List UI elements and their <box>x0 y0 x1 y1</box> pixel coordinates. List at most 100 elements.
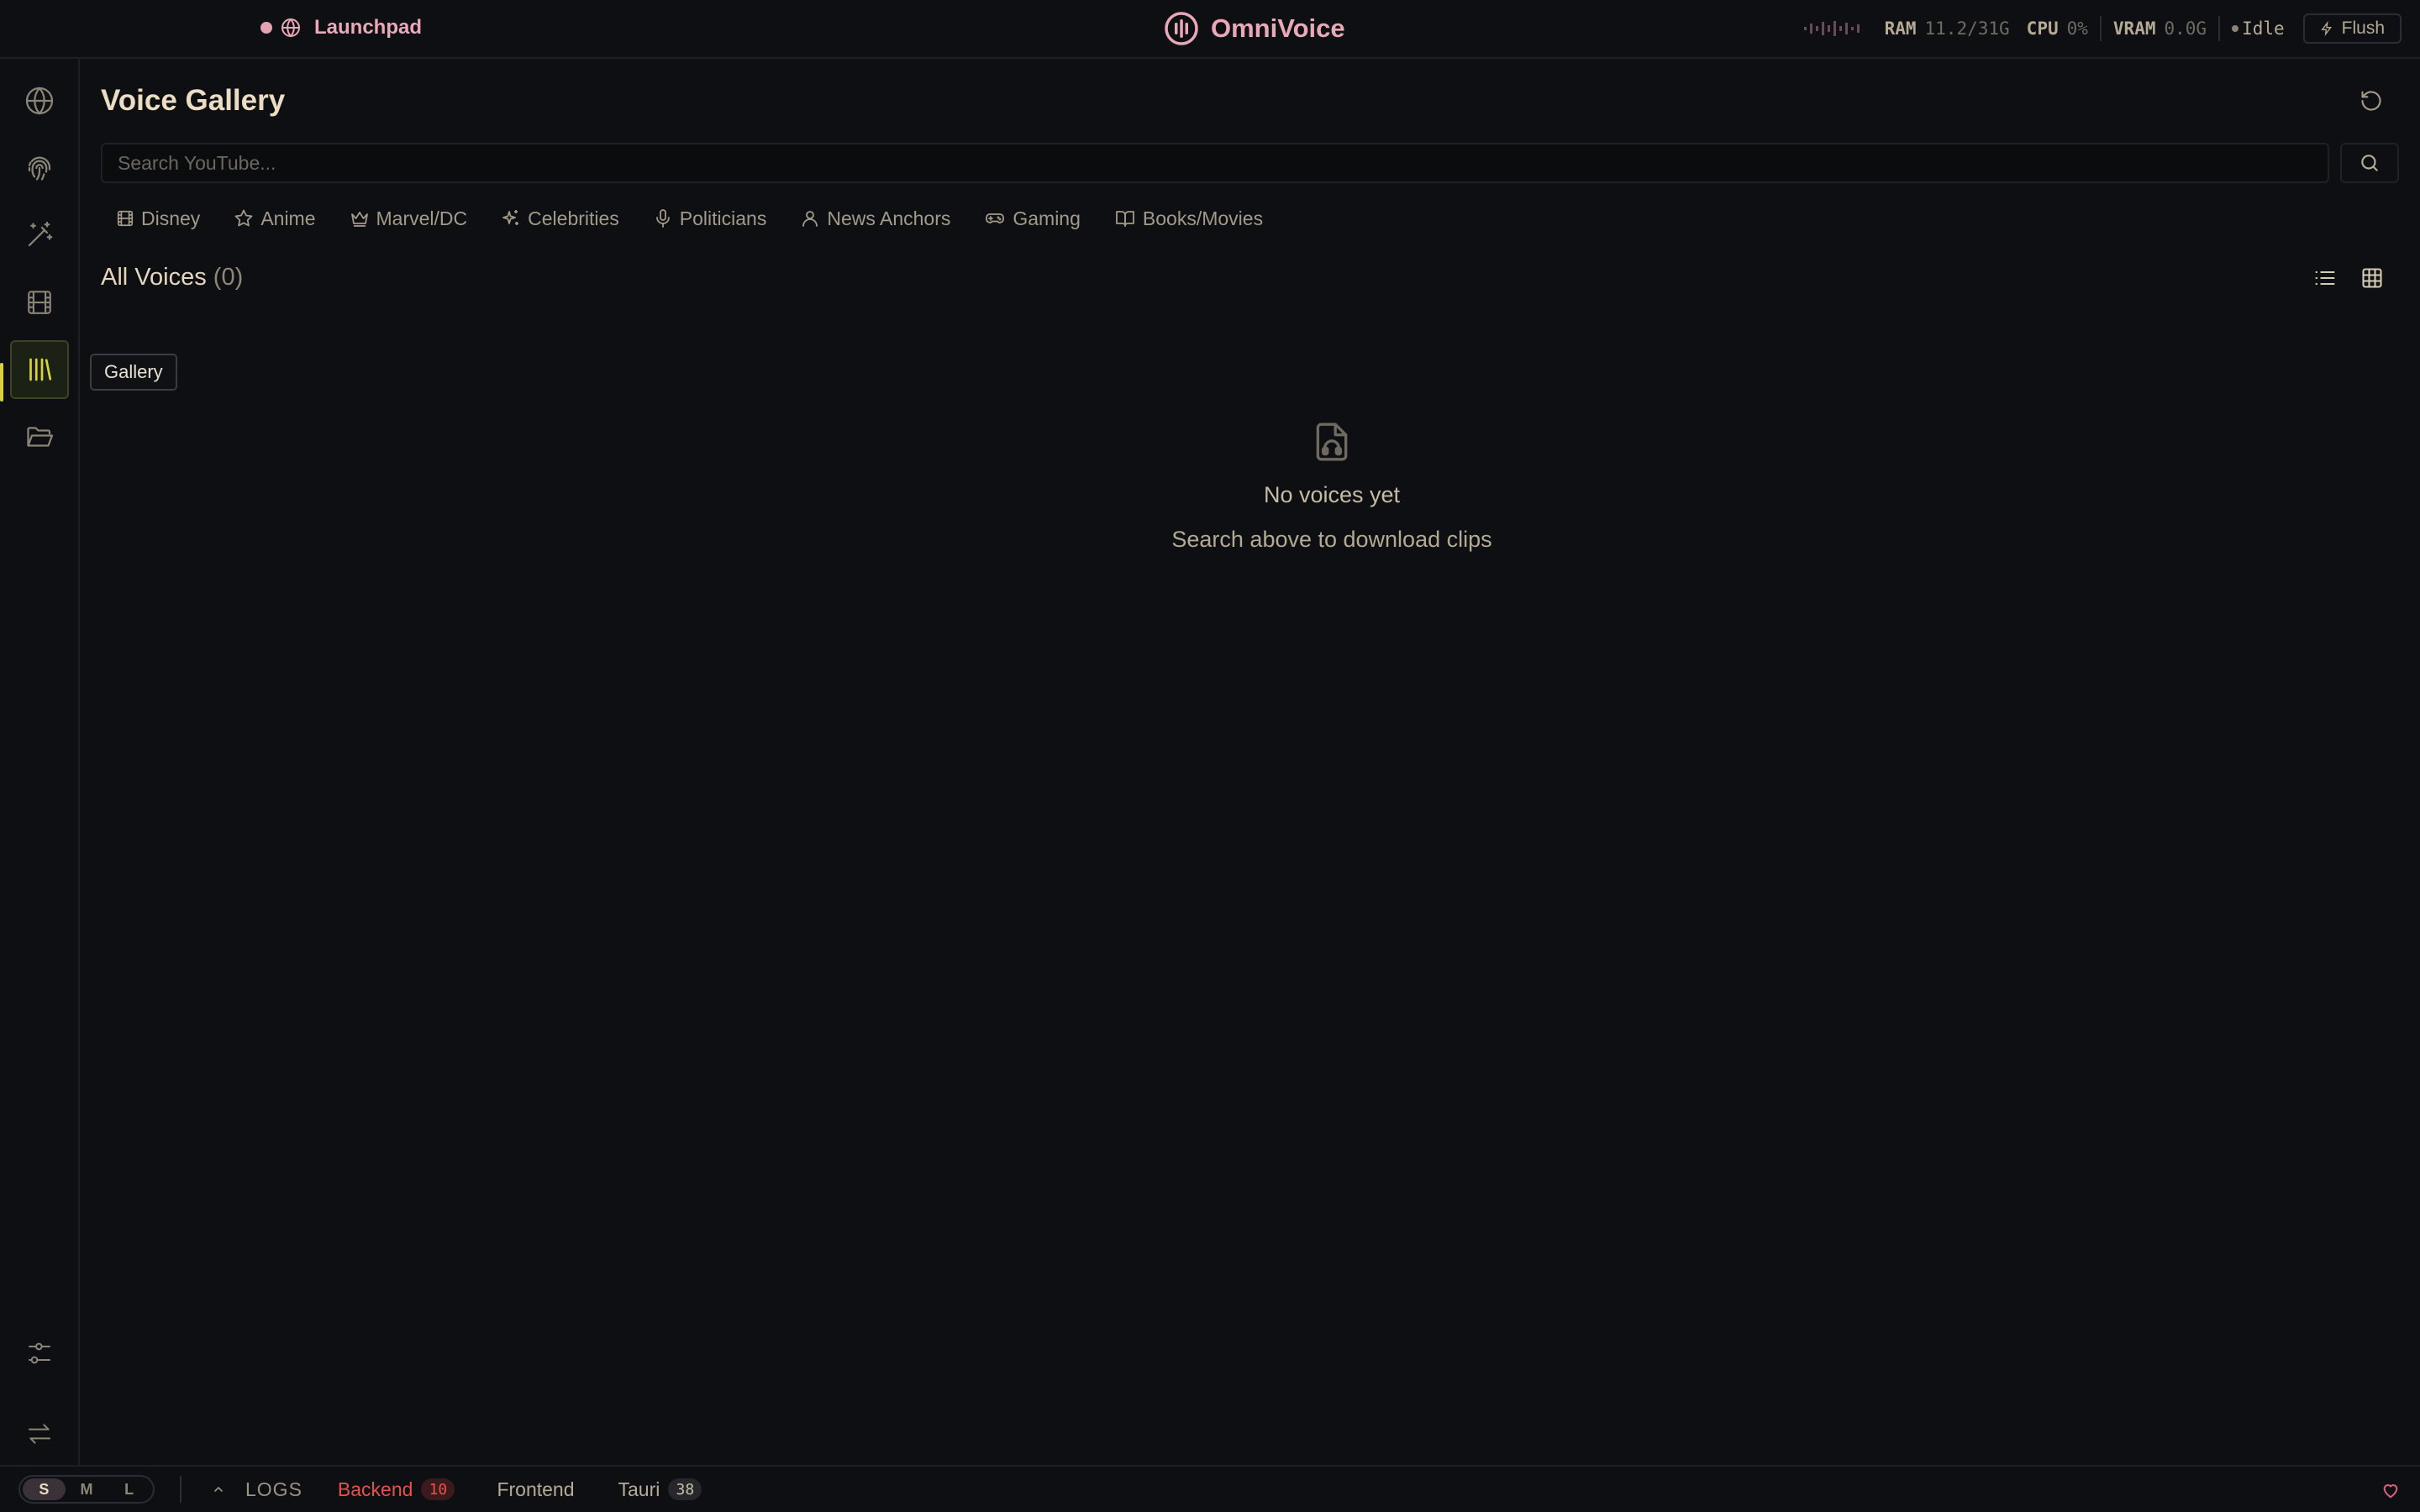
sidebar-item-globe[interactable] <box>10 71 69 130</box>
logs-toggle[interactable]: LOGS <box>212 1478 302 1501</box>
empty-title: No voices yet <box>1263 482 1401 507</box>
film-icon <box>25 288 54 317</box>
ram-value: 11.2/31G <box>1924 18 2010 39</box>
chevron-up-icon <box>212 1483 225 1496</box>
size-s-button[interactable]: S <box>23 1478 66 1500</box>
section-title-text: All Voices <box>101 264 207 291</box>
grid-icon <box>2360 266 2384 290</box>
search-input[interactable] <box>101 143 2329 183</box>
status-text: Idle <box>2242 18 2285 39</box>
mic-icon <box>653 208 673 228</box>
crown-icon <box>350 208 370 228</box>
book-open-icon <box>1114 208 1136 228</box>
bottom-bar: S M L LOGS Backend 10 Frontend Tauri 38 <box>0 1465 2420 1512</box>
sidebar-item-fingerprint[interactable] <box>10 139 69 197</box>
sparkles-icon <box>501 208 521 228</box>
log-tab-frontend[interactable]: Frontend <box>497 1478 574 1501</box>
swap-icon <box>26 1420 53 1447</box>
category-news-anchors[interactable]: News Anchors <box>783 200 967 237</box>
search-icon <box>2359 152 2381 174</box>
globe-icon <box>24 86 55 116</box>
film-icon <box>116 209 134 228</box>
error-count-badge: 10 <box>421 1478 455 1500</box>
logs-label: LOGS <box>245 1478 302 1500</box>
category-label: News Anchors <box>827 207 951 229</box>
category-gaming[interactable]: Gaming <box>967 200 1097 237</box>
category-label: Gaming <box>1013 207 1081 229</box>
log-tab-backend[interactable]: Backend 10 <box>338 1478 455 1501</box>
vram-label: VRAM <box>2112 18 2156 39</box>
refresh-icon <box>2360 89 2383 113</box>
folder-open-icon <box>24 422 55 452</box>
idle-dot <box>2232 25 2239 32</box>
search-button[interactable] <box>2340 143 2399 183</box>
category-anime[interactable]: Anime <box>217 200 332 237</box>
category-marvel-dc[interactable]: Marvel/DC <box>333 200 485 237</box>
size-m-button[interactable]: M <box>66 1478 108 1500</box>
fingerprint-icon <box>24 153 55 183</box>
status-dot <box>260 22 272 34</box>
heart-icon <box>2381 1481 2400 1499</box>
waveform-icon <box>1803 19 1863 38</box>
category-label: Anime <box>260 207 316 229</box>
top-bar: Launchpad OmniVoice RAM 11.2/31G CPU 0% … <box>0 0 2420 59</box>
category-politicians[interactable]: Politicians <box>636 200 784 237</box>
category-label: Disney <box>141 207 201 229</box>
sidebar-item-settings[interactable] <box>10 1324 69 1383</box>
main-content: Voice Gallery Disney Anime Marvel/DC Cel… <box>82 59 2420 1465</box>
file-audio-icon <box>1311 420 1353 464</box>
launchpad-button[interactable]: Launchpad <box>260 13 422 42</box>
star-icon <box>234 208 254 228</box>
omnivoice-logo-icon <box>1164 11 1199 46</box>
launchpad-label: Launchpad <box>314 16 423 39</box>
divider <box>180 1476 182 1503</box>
ram-label: RAM <box>1884 18 1917 39</box>
brand: OmniVoice <box>1164 11 1345 46</box>
grid-view-button[interactable] <box>2355 261 2389 295</box>
sidebar-tooltip: Gallery <box>90 354 177 391</box>
category-books-movies[interactable]: Books/Movies <box>1097 200 1280 237</box>
category-label: Politicians <box>679 207 767 229</box>
cpu-label: CPU <box>2026 18 2059 39</box>
magic-wand-icon <box>24 220 55 250</box>
sidebar <box>0 59 80 1465</box>
sidebar-item-magic[interactable] <box>10 206 69 265</box>
section-title: All Voices (0) <box>101 264 243 291</box>
sliders-icon <box>26 1340 53 1367</box>
refresh-button[interactable] <box>2354 84 2388 118</box>
cpu-value: 0% <box>2066 18 2088 39</box>
category-label: Books/Movies <box>1142 207 1264 229</box>
list-view-button[interactable] <box>2308 261 2342 295</box>
log-tab-tauri[interactable]: Tauri 38 <box>618 1478 702 1501</box>
empty-subtitle: Search above to download clips <box>1171 527 1492 552</box>
system-stats: RAM 11.2/31G CPU 0% VRAM 0.0G Idle Flush <box>1803 12 2420 45</box>
log-tab-label: Backend <box>337 1478 413 1500</box>
category-disney[interactable]: Disney <box>101 200 217 237</box>
category-label: Celebrities <box>528 207 619 229</box>
sidebar-item-swap[interactable] <box>10 1404 69 1463</box>
flush-label: Flush <box>2341 18 2385 38</box>
app-title: OmniVoice <box>1211 13 1345 43</box>
heart-button[interactable] <box>2381 1481 2400 1499</box>
category-filters: Disney Anime Marvel/DC Celebrities Polit… <box>101 200 1280 237</box>
library-icon <box>24 354 55 385</box>
zap-icon <box>2320 21 2333 36</box>
active-indicator <box>0 363 3 402</box>
divider <box>2099 16 2102 41</box>
divider <box>2218 16 2221 41</box>
sidebar-item-gallery[interactable] <box>10 340 69 399</box>
voice-count: (0) <box>213 264 244 291</box>
size-selector: S M L <box>18 1475 155 1504</box>
flush-button[interactable]: Flush <box>2302 13 2402 44</box>
globe-icon <box>281 18 301 38</box>
sidebar-item-film[interactable] <box>10 273 69 332</box>
log-tab-label: Tauri <box>618 1478 660 1500</box>
empty-state: No voices yet Search above to download c… <box>1006 420 1658 553</box>
category-label: Marvel/DC <box>376 207 468 229</box>
sidebar-item-folder[interactable] <box>10 407 69 466</box>
user-icon <box>800 208 820 228</box>
gamepad-icon <box>984 208 1006 228</box>
category-celebrities[interactable]: Celebrities <box>484 200 636 237</box>
page-title: Voice Gallery <box>101 84 286 117</box>
size-l-button[interactable]: L <box>108 1478 150 1500</box>
